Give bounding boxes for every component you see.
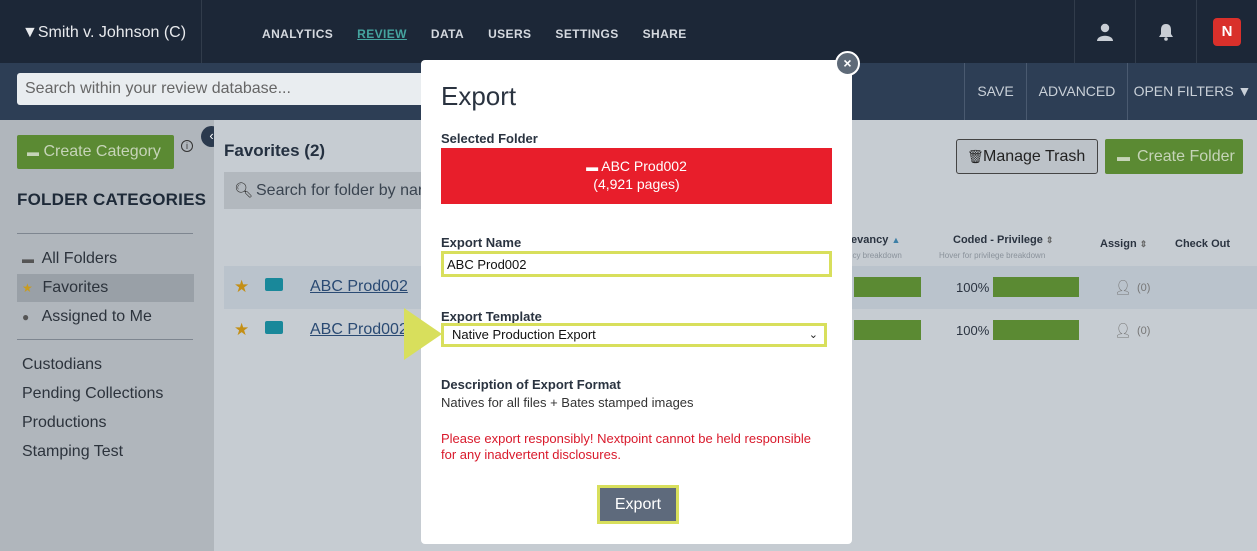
selected-folder-label: Selected Folder [441,131,538,146]
pointer-arrow-icon [404,308,442,360]
export-name-input[interactable] [441,251,832,277]
bell-icon [1159,23,1173,41]
folder-icon [265,321,283,334]
nav-review[interactable]: REVIEW [357,0,407,63]
advanced-button[interactable]: ADVANCED [1026,63,1127,120]
manage-trash-label: Manage Trash [983,148,1086,165]
column-privilege[interactable]: Coded - Privilege ⇕ [953,234,1053,246]
manage-trash-button[interactable]: 🗑︎ Manage Trash [956,139,1098,174]
category-custodians[interactable]: Custodians [22,356,102,374]
folder-link[interactable]: ABC Prod002 [310,278,408,296]
folder-plus-icon: ▬ [1117,149,1130,164]
description-text: Natives for all files + Bates stamped im… [441,395,694,410]
divider [17,339,193,340]
star-icon[interactable]: ★ [234,277,249,297]
export-name-label: Export Name [441,235,522,250]
folder-search-placeholder: Search for folder by nar [256,182,424,199]
close-icon[interactable]: × [835,51,860,76]
create-category-button[interactable]: ▬ Create Category [17,135,174,169]
user-icon: ● [22,310,30,324]
selected-folder-box: ▬ ABC Prod002 (4,921 pages) [441,148,832,204]
nav-share[interactable]: SHARE [643,0,687,63]
category-stamping-test[interactable]: Stamping Test [22,443,123,461]
assign-count: (0) [1137,282,1151,294]
case-selector[interactable]: ▼Smith v. Johnson (C) [0,0,202,63]
privilege-percent: 100% [956,323,990,338]
app-logo-button[interactable]: N [1196,0,1257,63]
chevron-down-icon: ⌄ [808,329,818,341]
column-relevancy[interactable]: levancy ▲ [848,234,900,246]
nav-users[interactable]: USERS [488,0,531,63]
sidebar-item-label: Favorites [42,279,109,296]
assign-user-icon[interactable]: 👤︎ [1114,279,1132,296]
star-icon: ★ [22,281,33,295]
column-privilege-sub: Hover for privilege breakdown [939,251,1046,260]
sort-icon: ⇕ [1045,235,1054,245]
export-template-value: Native Production Export [452,327,596,342]
folder-icon: ▬ [586,160,599,174]
export-button[interactable]: Export [597,485,679,524]
folder-icon [265,278,283,291]
column-checkout[interactable]: Check Out [1175,238,1230,250]
export-modal: Export Selected Folder ▬ ABC Prod002 (4,… [421,60,852,544]
sidebar: ▬ Create Category i ‹ FOLDER CATEGORIES … [0,120,222,551]
user-menu-button[interactable] [1074,0,1135,63]
export-template-select[interactable]: Native Production Export ⌄ [441,323,827,347]
search-icon: 🔍︎ [234,182,254,199]
relevancy-bar [854,320,921,340]
warning-text: Please export responsibly! Nextpoint can… [441,431,812,462]
create-category-label: Create Category [43,143,161,160]
folder-link[interactable]: ABC Prod002 [310,321,408,339]
category-productions[interactable]: Productions [22,414,107,432]
sidebar-item-assigned-to-me[interactable]: ● Assigned to Me [17,303,194,331]
relevancy-bar [854,277,921,297]
notifications-button[interactable] [1135,0,1196,63]
create-folder-button[interactable]: ▬ Create Folder [1105,139,1243,174]
sort-icon: ⇕ [1139,239,1148,249]
divider [17,233,193,234]
top-navbar: ▼Smith v. Johnson (C) ANALYTICS REVIEW D… [0,0,1257,63]
sidebar-item-label: Assigned to Me [41,308,152,325]
column-relevancy-label: levancy [848,234,889,246]
sidebar-item-label: All Folders [41,250,118,267]
assign-user-icon[interactable]: 👤︎ [1114,322,1132,339]
review-search-input[interactable] [17,73,437,105]
nav-data[interactable]: DATA [431,0,464,63]
trash-icon: 🗑︎ [967,149,984,164]
star-icon[interactable]: ★ [234,320,249,340]
privilege-bar [993,277,1079,297]
create-folder-label: Create Folder [1137,148,1235,165]
assign-count: (0) [1137,325,1151,337]
nav-analytics[interactable]: ANALYTICS [262,0,333,63]
privilege-percent: 100% [956,280,990,295]
column-relevancy-sub: ncy breakdown [848,251,902,260]
sidebar-item-favorites[interactable]: ★ Favorites [17,274,194,302]
nav-settings[interactable]: SETTINGS [555,0,618,63]
modal-title: Export [441,81,517,111]
nextpoint-logo: N [1213,17,1241,46]
sort-icon: ▲ [891,235,901,245]
category-pending-collections[interactable]: Pending Collections [22,385,163,403]
privilege-bar [993,320,1079,340]
export-template-label: Export Template [441,309,542,324]
info-icon[interactable]: i [181,140,193,152]
page-title: Favorites (2) [224,141,326,160]
column-assign-label: Assign [1100,238,1137,250]
selected-folder-name: ABC Prod002 [601,158,687,174]
folder-categories-heading: FOLDER CATEGORIES [17,190,207,209]
folder-icon: ▬ [27,145,39,159]
open-filters-button[interactable]: OPEN FILTERS ▼ [1127,63,1257,120]
sidebar-item-all-folders[interactable]: ▬ All Folders [17,245,194,273]
main-nav: ANALYTICS REVIEW DATA USERS SETTINGS SHA… [262,0,711,63]
description-label: Description of Export Format [441,377,621,392]
folder-icon: ▬ [22,252,34,266]
user-icon [1097,23,1113,41]
selected-folder-pages: (4,921 pages) [593,176,680,192]
column-privilege-label: Coded - Privilege [953,234,1043,246]
save-button[interactable]: SAVE [964,63,1026,120]
column-assign[interactable]: Assign ⇕ [1100,238,1147,250]
